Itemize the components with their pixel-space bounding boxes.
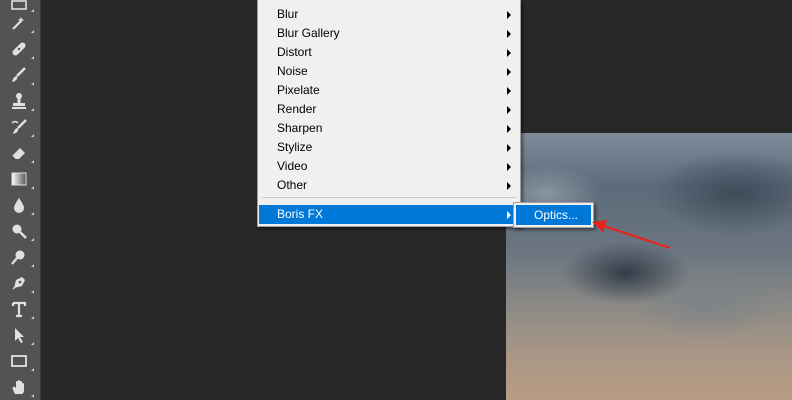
- magnifier-icon[interactable]: [8, 247, 34, 267]
- submenu-arrow-icon: [507, 87, 511, 95]
- submenu-arrow-icon: [507, 163, 511, 171]
- dodge-icon[interactable]: [8, 221, 34, 241]
- submenu-arrow-icon: [507, 182, 511, 190]
- menu-item-render[interactable]: Render: [259, 100, 519, 119]
- menu-item-label: Boris FX: [277, 207, 324, 221]
- submenu-arrow-icon: [507, 125, 511, 133]
- blur-drop-icon[interactable]: [8, 195, 34, 215]
- gradient-icon[interactable]: [8, 169, 34, 189]
- brush-icon[interactable]: [8, 65, 34, 85]
- menu-item-label: Pixelate: [277, 83, 320, 97]
- boris-fx-submenu: Optics...: [513, 202, 594, 228]
- menu-item-noise[interactable]: Noise: [259, 62, 519, 81]
- document-canvas-image: [506, 133, 792, 400]
- menu-item-pixelate[interactable]: Pixelate: [259, 81, 519, 100]
- rectangle-icon[interactable]: [8, 351, 34, 371]
- bandage-icon[interactable]: [8, 39, 34, 59]
- menu-item-video[interactable]: Video: [259, 157, 519, 176]
- menu-item-blur[interactable]: Blur: [259, 5, 519, 24]
- menu-item-label: Stylize: [277, 140, 313, 154]
- menu-item-label: Render: [277, 102, 317, 116]
- tools-panel: [0, 0, 41, 400]
- menu-item-sharpen[interactable]: Sharpen: [259, 119, 519, 138]
- menu-item-label: Video: [277, 159, 308, 173]
- submenu-arrow-icon: [507, 49, 511, 57]
- submenu-arrow-icon: [507, 211, 511, 219]
- menu-item-label: Optics...: [534, 208, 579, 222]
- frame-tool-icon[interactable]: [8, 0, 34, 12]
- pen-icon[interactable]: [8, 273, 34, 293]
- menu-item-label: Distort: [277, 45, 312, 59]
- submenu-arrow-icon: [507, 68, 511, 76]
- menu-item-label: Noise: [277, 64, 308, 78]
- submenu-arrow-icon: [507, 30, 511, 38]
- menu-item-other[interactable]: Other: [259, 176, 519, 195]
- menu-item-label: Other: [277, 178, 308, 192]
- menu-item-optics[interactable]: Optics...: [516, 205, 591, 225]
- menu-item-stylize[interactable]: Stylize: [259, 138, 519, 157]
- menu-item-label: Blur: [277, 7, 299, 21]
- hand-icon[interactable]: [8, 377, 34, 397]
- history-brush-icon[interactable]: [8, 117, 34, 137]
- menu-item-boris-fx[interactable]: Boris FX: [259, 205, 519, 224]
- clone-stamp-icon[interactable]: [8, 91, 34, 111]
- menu-separator: [262, 197, 516, 198]
- type-icon[interactable]: [8, 299, 34, 319]
- submenu-arrow-icon: [507, 144, 511, 152]
- path-selection-icon[interactable]: [8, 325, 34, 345]
- submenu-arrow-icon: [507, 11, 511, 19]
- menu-item-blur-gallery[interactable]: Blur Gallery: [259, 24, 519, 43]
- spot-healing-brush-icon[interactable]: [8, 13, 34, 33]
- submenu-arrow-icon: [507, 106, 511, 114]
- menu-item-label: Sharpen: [277, 121, 323, 135]
- filter-menu: Blur Blur Gallery Distort Noise Pixelate…: [257, 0, 521, 227]
- menu-item-distort[interactable]: Distort: [259, 43, 519, 62]
- eraser-icon[interactable]: [8, 143, 34, 163]
- menu-item-label: Blur Gallery: [277, 26, 340, 40]
